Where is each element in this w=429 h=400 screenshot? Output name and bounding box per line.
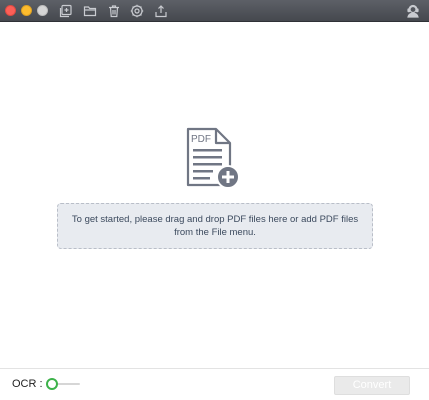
- window-close-button[interactable]: [5, 5, 16, 16]
- title-bar: [0, 0, 429, 22]
- bottom-bar: OCR : Convert: [0, 368, 429, 400]
- support-icon[interactable]: [405, 3, 421, 19]
- drop-zone[interactable]: [0, 22, 429, 368]
- window-zoom-button[interactable]: [37, 5, 48, 16]
- window-minimize-button[interactable]: [21, 5, 32, 16]
- drop-hint-box[interactable]: To get started, please drag and drop PDF…: [57, 203, 373, 249]
- add-files-icon[interactable]: [58, 3, 74, 19]
- pdf-add-icon: PDF: [186, 127, 240, 189]
- convert-button[interactable]: Convert: [334, 376, 410, 395]
- ocr-toggle[interactable]: [46, 378, 80, 390]
- drop-hint-text: To get started, please drag and drop PDF…: [71, 214, 359, 238]
- delete-icon[interactable]: [106, 3, 122, 19]
- pdf-icon-label: PDF: [191, 134, 211, 145]
- settings-icon[interactable]: [129, 3, 145, 19]
- open-folder-icon[interactable]: [82, 3, 98, 19]
- ocr-label: OCR :: [12, 378, 43, 390]
- ocr-toggle-knob[interactable]: [46, 378, 58, 390]
- export-icon[interactable]: [153, 3, 169, 19]
- app-window: PDF To get started, please drag and drop…: [0, 0, 429, 400]
